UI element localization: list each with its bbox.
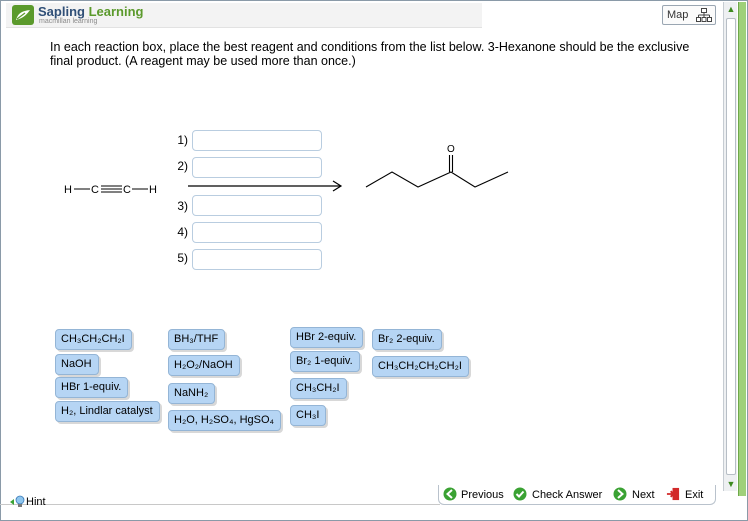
brand-tagline: macmillan learning bbox=[39, 18, 98, 25]
step-label-3: 3) bbox=[177, 199, 188, 213]
exit-door-icon[interactable] bbox=[666, 487, 680, 501]
reagent-tile[interactable]: CH₃CH₂I bbox=[290, 378, 347, 399]
reagent-tile[interactable]: CH₃I bbox=[290, 405, 327, 426]
step-label-1: 1) bbox=[177, 133, 188, 147]
exit-button[interactable]: Exit bbox=[685, 488, 703, 504]
brand-name: Sapling Learning bbox=[38, 4, 143, 19]
previous-arrow-icon[interactable] bbox=[443, 487, 457, 501]
brand-name-part1: Sapling bbox=[38, 4, 85, 19]
reaction-drop-box-2[interactable] bbox=[192, 157, 322, 178]
reagent-tile[interactable]: HBr 2-equiv. bbox=[290, 327, 364, 348]
reaction-drop-box-3[interactable] bbox=[192, 195, 322, 216]
reagent-tile[interactable]: CH₃CH₂CH₂CH₂I bbox=[372, 356, 469, 377]
reagent-tile[interactable]: BH₃/THF bbox=[168, 329, 226, 350]
reagent-tile[interactable]: HBr 1-equiv. bbox=[55, 377, 129, 398]
atom-c-right: C bbox=[123, 184, 131, 196]
footer-divider bbox=[0, 504, 440, 505]
side-accent-bar bbox=[738, 2, 746, 496]
sitemap-icon bbox=[696, 8, 712, 26]
reaction-drop-box-4[interactable] bbox=[192, 222, 322, 243]
vertical-scrollbar[interactable]: ▲ ▼ bbox=[723, 2, 737, 491]
check-answer-icon[interactable] bbox=[513, 487, 527, 501]
step-label-2: 2) bbox=[177, 159, 188, 173]
previous-button[interactable]: Previous bbox=[461, 488, 504, 504]
step-label-4: 4) bbox=[177, 225, 188, 239]
atom-c-left: C bbox=[91, 184, 99, 196]
question-instructions: In each reaction box, place the best rea… bbox=[50, 40, 690, 68]
hint-lightbulb-icon bbox=[10, 495, 25, 507]
brand-name-part2: Learning bbox=[88, 4, 144, 19]
scroll-down-icon[interactable]: ▼ bbox=[725, 478, 737, 490]
reagent-tile[interactable]: H₂O, H₂SO₄, HgSO₄ bbox=[168, 410, 282, 431]
reaction-drop-box-1[interactable] bbox=[192, 130, 322, 151]
reaction-drop-box-5[interactable] bbox=[192, 249, 322, 270]
reagent-tile[interactable]: NaNH₂ bbox=[168, 383, 216, 404]
reagent-tile[interactable]: H₂, Lindlar catalyst bbox=[55, 401, 160, 422]
step-label-5: 5) bbox=[177, 251, 188, 265]
reagent-tile[interactable]: NaOH bbox=[55, 354, 99, 375]
sapling-logo-icon bbox=[12, 5, 34, 25]
reaction-arrow-icon bbox=[188, 180, 343, 192]
check-answer-button[interactable]: Check Answer bbox=[532, 488, 602, 504]
atom-h-left: H bbox=[64, 184, 72, 196]
hint-button[interactable] bbox=[10, 495, 26, 514]
map-button-label: Map bbox=[667, 9, 689, 21]
product-3-hexanone: O bbox=[365, 144, 509, 188]
atom-oxygen: O bbox=[447, 144, 455, 155]
reagent-tile[interactable]: Br₂ 2-equiv. bbox=[372, 329, 442, 350]
scroll-up-icon[interactable]: ▲ bbox=[725, 3, 737, 15]
next-button[interactable]: Next bbox=[632, 488, 655, 504]
map-button[interactable]: Map bbox=[662, 5, 716, 25]
hint-label[interactable]: Hint bbox=[26, 496, 46, 508]
app-frame bbox=[0, 0, 748, 521]
next-arrow-icon[interactable] bbox=[613, 487, 627, 501]
reagent-tile[interactable]: Br₂ 1-equiv. bbox=[290, 351, 360, 372]
scroll-thumb[interactable] bbox=[726, 18, 736, 475]
reagent-tile[interactable]: CH₃CH₂CH₂I bbox=[55, 329, 132, 350]
atom-h-right: H bbox=[149, 184, 157, 196]
reagent-tile[interactable]: H₂O₂/NaOH bbox=[168, 355, 240, 376]
